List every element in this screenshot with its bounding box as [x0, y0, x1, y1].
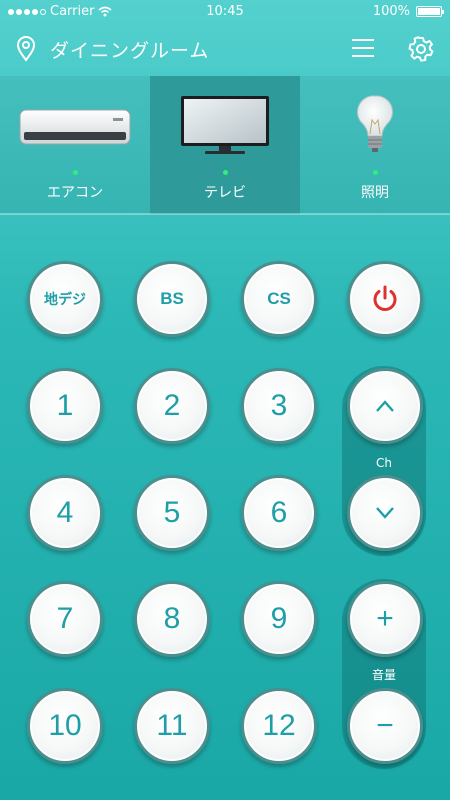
battery-status: 100% — [372, 4, 444, 19]
number-5-button[interactable]: 5 — [134, 475, 210, 551]
chevron-up-icon — [376, 400, 394, 412]
number-label: 12 — [262, 709, 296, 742]
number-label: 1 — [56, 389, 74, 422]
number-label: 11 — [156, 709, 188, 742]
volume-down-label: − — [376, 709, 394, 742]
number-label: 6 — [270, 496, 288, 529]
location-pin-icon — [16, 36, 36, 62]
tab-television[interactable]: テレビ — [150, 76, 300, 214]
number-label: 10 — [48, 709, 82, 742]
header: ダイニングルーム — [0, 24, 450, 76]
volume-up-button[interactable]: + — [347, 581, 423, 657]
power-button[interactable] — [347, 261, 423, 337]
number-label: 7 — [56, 602, 74, 635]
menu-icon[interactable] — [352, 39, 374, 57]
number-4-button[interactable]: 4 — [27, 475, 103, 551]
number-label: 8 — [163, 602, 181, 635]
status-led — [223, 170, 228, 175]
cs-button[interactable]: CS — [241, 261, 317, 337]
battery-percent: 100% — [372, 4, 410, 19]
tab-label: エアコン — [47, 185, 103, 201]
television-icon — [150, 96, 300, 156]
volume-down-button[interactable]: − — [347, 688, 423, 764]
tab-air-conditioner[interactable]: エアコン — [0, 76, 150, 214]
channel-up-button[interactable] — [347, 368, 423, 444]
tab-label: テレビ — [204, 185, 246, 201]
number-label: 4 — [56, 496, 74, 529]
terrestrial-button[interactable]: 地デジ — [27, 261, 103, 337]
number-9-button[interactable]: 9 — [241, 581, 317, 657]
power-icon — [373, 285, 397, 311]
number-1-button[interactable]: 1 — [27, 368, 103, 444]
number-3-button[interactable]: 3 — [241, 368, 317, 444]
number-label: 3 — [270, 389, 288, 422]
cs-label: CS — [267, 289, 291, 308]
status-led — [373, 170, 378, 175]
tab-label: 照明 — [361, 185, 389, 201]
status-led — [73, 170, 78, 175]
status-bar: Carrier 10:45 100% — [0, 0, 450, 24]
number-2-button[interactable]: 2 — [134, 368, 210, 444]
tab-light[interactable]: 照明 — [300, 76, 450, 214]
chevron-down-icon — [376, 507, 394, 519]
number-10-button[interactable]: 10 — [27, 688, 103, 764]
terrestrial-label: 地デジ — [44, 291, 86, 307]
number-label: 2 — [163, 389, 181, 422]
number-8-button[interactable]: 8 — [134, 581, 210, 657]
number-11-button[interactable]: 11 — [134, 688, 210, 764]
number-label: 9 — [270, 602, 288, 635]
number-12-button[interactable]: 12 — [241, 688, 317, 764]
tabs-divider — [0, 213, 450, 215]
number-label: 5 — [163, 496, 181, 529]
air-conditioner-icon — [0, 96, 150, 152]
device-tabs: エアコン テレビ 照明 — [0, 76, 450, 214]
number-6-button[interactable]: 6 — [241, 475, 317, 551]
battery-icon — [416, 6, 444, 17]
bs-button[interactable]: BS — [134, 261, 210, 337]
channel-label: Ch — [376, 456, 392, 470]
channel-down-button[interactable] — [347, 475, 423, 551]
room-title: ダイニングルーム — [50, 40, 210, 62]
gear-icon[interactable] — [408, 36, 434, 62]
number-7-button[interactable]: 7 — [27, 581, 103, 657]
bs-label: BS — [160, 289, 184, 308]
volume-label: 音量 — [371, 668, 396, 682]
volume-up-label: + — [376, 602, 394, 635]
light-bulb-icon — [300, 95, 450, 156]
